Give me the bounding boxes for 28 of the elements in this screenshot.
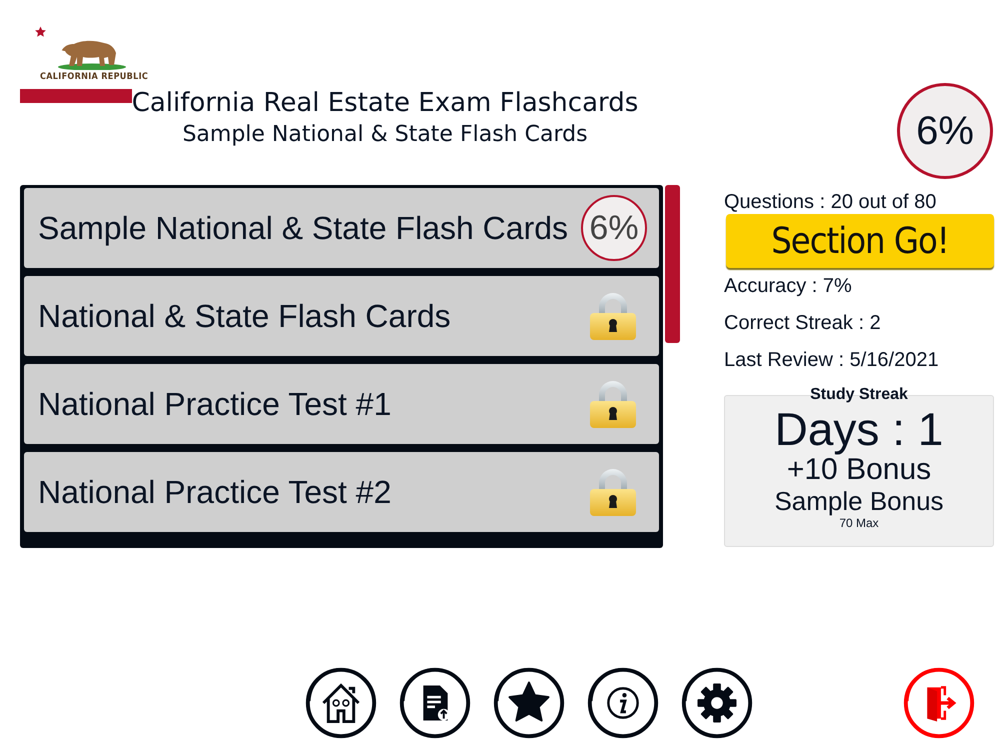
deck-row[interactable]: Sample National & State Flash Cards 6%: [24, 188, 659, 268]
progress-badge: 6%: [897, 83, 993, 179]
deck-title: National Practice Test #2: [38, 474, 392, 510]
deck-row[interactable]: National & State Flash Cards: [24, 276, 659, 356]
last-review-text: Last Review : 5/16/2021: [724, 348, 940, 372]
padlock-icon: [589, 467, 637, 517]
streak-days: Days : 1: [774, 404, 944, 454]
deck-row[interactable]: National Practice Test #1: [24, 364, 659, 444]
correct-streak-text: Correct Streak : 2: [724, 311, 882, 335]
section-subtitle: Sample National & State Flash Cards: [182, 122, 588, 147]
deck-title: National & State Flash Cards: [38, 298, 451, 334]
section-go-button[interactable]: Section Go!: [726, 214, 994, 268]
bonus-text: +10 Bonus: [786, 454, 932, 486]
deck-title: National Practice Test #1: [38, 386, 392, 422]
logo-text: CALIFORNIA REPUBLIC: [40, 72, 148, 82]
app-title: California Real Estate Exam Flashcards: [132, 88, 638, 118]
padlock-icon: [589, 291, 637, 341]
study-streak-title: Study Streak: [810, 386, 908, 404]
accuracy-text: Accuracy : 7%: [724, 274, 853, 298]
scrollbar-thumb[interactable]: [665, 185, 680, 343]
questions-count: Questions : 20 out of 80: [724, 190, 938, 214]
padlock-icon: [589, 379, 637, 429]
star-icon: [34, 26, 47, 38]
deck-row[interactable]: National Practice Test #2: [24, 452, 659, 532]
bonus-max: 70 Max: [839, 516, 879, 530]
bonus-name: Sample Bonus: [774, 486, 944, 516]
deck-title: Sample National & State Flash Cards: [38, 210, 568, 246]
progress-badge: 6%: [581, 195, 647, 261]
